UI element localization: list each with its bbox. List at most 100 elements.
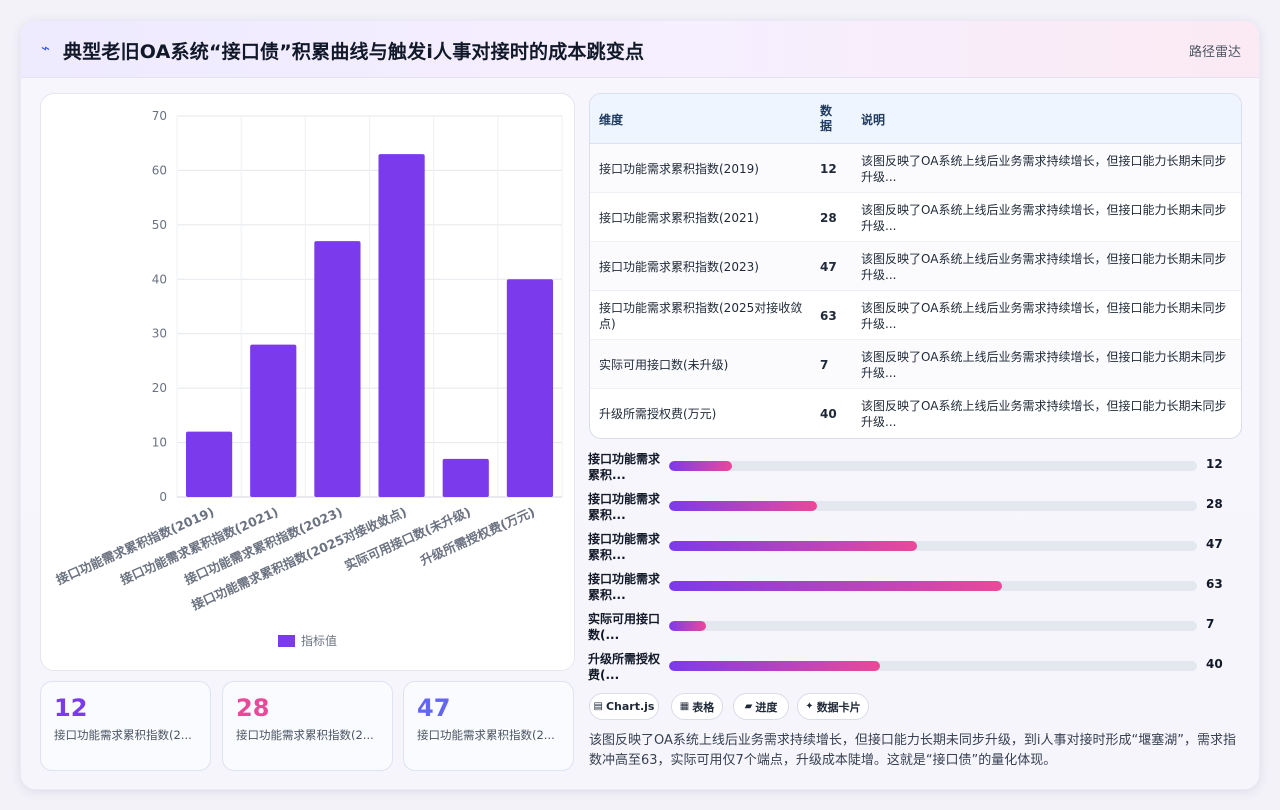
progress-fill	[669, 541, 918, 551]
table-icon: ▦	[679, 701, 690, 712]
bar	[442, 458, 489, 497]
progress-track	[669, 461, 1197, 471]
stat-value: 28	[236, 694, 270, 722]
table-row: 接口功能需求累积指数(2025对接收敛点) 63 该图反映了OA系统上线后业务需…	[590, 291, 1241, 340]
table-cell-desc: 该图反映了OA系统上线后业务需求持续增长，但接口能力长期未同步升级...	[861, 153, 1227, 184]
bar	[314, 241, 361, 497]
progress-fill	[669, 581, 1002, 591]
tag-label: 表格	[692, 700, 715, 714]
main-card: ⌁ 典型老旧OA系统“接口债”积累曲线与触发i人事对接时的成本跳变点 路径雷达 …	[20, 20, 1260, 790]
y-tick-label: 70	[152, 109, 167, 123]
progress-value: 7	[1206, 617, 1215, 631]
stat-label: 接口功能需求累积指数(2...	[417, 728, 555, 742]
progress-value: 40	[1206, 657, 1223, 671]
table-row: 接口功能需求累积指数(2019) 12 该图反映了OA系统上线后业务需求持续增长…	[590, 144, 1241, 193]
table-cell-dim: 接口功能需求累积指数(2019)	[599, 161, 759, 176]
table-cell-dim: 实际可用接口数(未升级)	[599, 357, 729, 372]
header-right-label[interactable]: 路径雷达	[1189, 41, 1241, 60]
progress-value: 63	[1206, 577, 1223, 591]
summary-note: 该图反映了OA系统上线后业务需求持续增长，但接口能力长期未同步升级，到i人事对接…	[589, 733, 1236, 768]
progress-row: 接口功能需求累积... 47	[588, 531, 1248, 571]
header-bar: ⌁ 典型老旧OA系统“接口债”积累曲线与触发i人事对接时的成本跳变点 路径雷达	[21, 21, 1259, 78]
progress-row: 接口功能需求累积... 12	[588, 451, 1248, 491]
table-cell-dim: 升级所需授权费(万元)	[599, 406, 717, 421]
progress-fill	[669, 501, 817, 511]
stat-card: 12 接口功能需求累积指数(2...	[40, 681, 211, 771]
table-row: 实际可用接口数(未升级) 7 该图反映了OA系统上线后业务需求持续增长，但接口能…	[590, 340, 1241, 389]
y-tick-label: 40	[152, 272, 167, 286]
tag-data-card[interactable]: ✦ 数据卡片	[797, 693, 869, 720]
progress-row: 接口功能需求累积... 28	[588, 491, 1248, 531]
stat-value: 47	[417, 694, 451, 722]
tag-progress[interactable]: ▰ 进度	[733, 693, 789, 720]
table-row: 接口功能需求累积指数(2023) 47 该图反映了OA系统上线后业务需求持续增长…	[590, 242, 1241, 291]
progress-label: 接口功能需求累积...	[588, 492, 661, 522]
table-cell-desc: 该图反映了OA系统上线后业务需求持续增长，但接口能力长期未同步升级...	[861, 349, 1227, 380]
progress-value: 28	[1206, 497, 1223, 511]
stat-value: 12	[54, 694, 88, 722]
data-table: 维度 数据 说明 接口功能需求累积指数(2019) 12 该图反映了OA系统上线…	[589, 93, 1242, 439]
progress-value: 12	[1206, 457, 1223, 471]
table-cell-num: 7	[820, 357, 829, 372]
table-cell-num: 12	[820, 161, 837, 176]
table-row: 接口功能需求累积指数(2021) 28 该图反映了OA系统上线后业务需求持续增长…	[590, 193, 1241, 242]
progress-label: 接口功能需求累积...	[588, 532, 661, 562]
progress-label: 接口功能需求累积...	[588, 452, 661, 482]
bar	[506, 279, 554, 497]
legend-swatch	[278, 635, 295, 647]
bar-chart-panel: 0 10 20 30 40 50 60 70 接口功能需求累积指数(2019) 接口功能需求累积指…	[40, 93, 575, 671]
progress-fill	[669, 621, 706, 631]
x-tick-label: 升级所需授权费(万元)	[418, 504, 537, 568]
stat-label: 接口功能需求累积指数(2...	[236, 728, 374, 742]
tag-label: 数据卡片	[816, 700, 861, 714]
tag-table[interactable]: ▦ 表格	[671, 693, 723, 720]
table-cell-dim: 接口功能需求累积指数(2025对接收敛点)	[599, 300, 803, 331]
table-cell-num: 47	[820, 259, 837, 274]
y-tick-label: 20	[152, 381, 167, 395]
progress-row: 接口功能需求累积... 63	[588, 571, 1248, 611]
stat-card: 47 接口功能需求累积指数(2...	[403, 681, 574, 771]
progress-label: 升级所需授权费(...	[588, 652, 661, 682]
y-tick-label: 30	[152, 327, 167, 341]
table-cell-desc: 该图反映了OA系统上线后业务需求持续增长，但接口能力长期未同步升级...	[861, 202, 1227, 233]
table-header: 维度 数据 说明	[590, 94, 1241, 144]
progress-icon: ▰	[744, 701, 753, 712]
column-header-num: 数据	[820, 104, 833, 133]
page-title: 典型老旧OA系统“接口债”积累曲线与触发i人事对接时的成本跳变点	[63, 41, 645, 63]
table-cell-num: 40	[820, 406, 837, 421]
progress-track	[669, 541, 1197, 551]
tag-chartjs[interactable]: ▤ Chart.js	[589, 693, 659, 720]
progress-row: 实际可用接口数(... 7	[588, 611, 1248, 651]
column-header-dim: 维度	[599, 112, 624, 127]
bar	[185, 431, 233, 497]
progress-value: 47	[1206, 537, 1223, 551]
legend-label: 指标值	[301, 633, 337, 648]
chart-line-icon: ⌁	[41, 39, 51, 57]
progress-track	[669, 661, 1197, 671]
progress-fill	[669, 661, 881, 671]
progress-label: 实际可用接口数(...	[588, 612, 661, 642]
y-tick-label: 50	[152, 218, 167, 232]
progress-label: 接口功能需求累积...	[588, 572, 661, 602]
bar-chart: 010203040506070接口功能需求累积指数(2019)接口功能需求累积指…	[54, 109, 563, 648]
table-cell-dim: 接口功能需求累积指数(2021)	[599, 210, 759, 225]
bar	[250, 344, 297, 497]
table-cell-desc: 该图反映了OA系统上线后业务需求持续增长，但接口能力长期未同步升级...	[861, 251, 1227, 282]
bar	[378, 154, 425, 497]
table-cell-num: 28	[820, 210, 837, 225]
y-tick-label: 60	[152, 163, 167, 177]
progress-track	[669, 581, 1197, 591]
stat-label: 接口功能需求累积指数(2...	[54, 728, 192, 742]
table-row: 升级所需授权费(万元) 40 该图反映了OA系统上线后业务需求持续增长，但接口能…	[590, 389, 1241, 438]
tag-label: Chart.js	[605, 700, 655, 713]
bar-chart-icon: ▤	[593, 701, 603, 712]
progress-row: 升级所需授权费(... 40	[588, 651, 1248, 691]
sparkle-icon: ✦	[805, 701, 814, 712]
table-cell-dim: 接口功能需求累积指数(2023)	[599, 259, 759, 274]
table-cell-desc: 该图反映了OA系统上线后业务需求持续增长，但接口能力长期未同步升级...	[861, 300, 1227, 331]
column-header-desc: 说明	[861, 112, 886, 127]
progress-track	[669, 501, 1197, 511]
stat-card: 28 接口功能需求累积指数(2...	[222, 681, 393, 771]
tag-label: 进度	[755, 700, 778, 714]
table-cell-desc: 该图反映了OA系统上线后业务需求持续增长，但接口能力长期未同步升级...	[861, 398, 1227, 429]
